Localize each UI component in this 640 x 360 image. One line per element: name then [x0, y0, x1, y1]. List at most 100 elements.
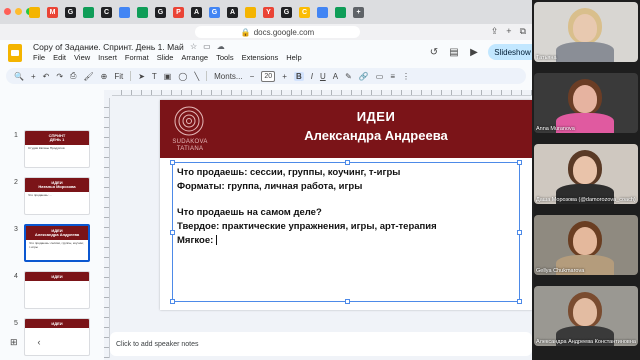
line-icon[interactable]: ╲ — [194, 72, 199, 81]
comments-icon[interactable]: ▤ — [448, 46, 460, 58]
slide-number: 3 — [14, 226, 18, 233]
browser-tab[interactable] — [332, 3, 349, 21]
zoom-icon[interactable]: ⊕ — [101, 72, 108, 81]
comment-icon[interactable]: ▭ — [376, 72, 384, 81]
resize-handle[interactable] — [345, 299, 350, 304]
menu-view[interactable]: View — [74, 53, 90, 62]
browser-tab[interactable] — [80, 3, 97, 21]
browser-tab[interactable]: C — [296, 3, 313, 21]
bold-button[interactable]: B — [293, 71, 304, 81]
slides-logo-icon[interactable] — [8, 44, 22, 62]
current-slide[interactable]: SUDAKOVA TATIANA ИДЕИ Александра Андреев… — [160, 100, 532, 310]
body-text-box[interactable]: Что продаешь: сессии, группы, коучинг, т… — [170, 160, 522, 304]
zoom-select[interactable]: Fit — [114, 72, 123, 81]
slide-thumbnail[interactable]: ИДЕИ — [24, 271, 90, 309]
text-color-icon[interactable]: A — [333, 72, 338, 81]
participant-tile[interactable]: Татьяна — [534, 2, 638, 62]
browser-tab[interactable]: P — [170, 3, 187, 21]
slide-thumbnail[interactable]: ИДЕИ Александра Андреева Что продаешь: сес… — [24, 224, 90, 262]
underline-icon[interactable]: U — [320, 72, 326, 81]
undo-icon[interactable]: ↶ — [43, 72, 50, 81]
slideshow-label: Slideshow — [494, 47, 531, 57]
browser-tab[interactable]: G — [206, 3, 223, 21]
cloud-saved-icon[interactable]: ☁ — [217, 42, 225, 51]
menu-insert[interactable]: Insert — [98, 53, 117, 62]
browser-tab[interactable] — [134, 3, 151, 21]
decrease-font-icon[interactable]: − — [250, 72, 255, 81]
tab-favicon-icon: Y — [263, 6, 274, 18]
browser-tab[interactable] — [26, 3, 43, 21]
shape-icon[interactable]: ◯ — [178, 72, 187, 81]
close-window-button[interactable] — [4, 8, 11, 15]
paint-format-icon[interactable]: 🖌 — [83, 72, 93, 81]
menu-edit[interactable]: Edit — [53, 53, 66, 62]
menu-format[interactable]: Format — [125, 53, 149, 62]
browser-tab[interactable]: A — [224, 3, 241, 21]
grid-view-icon[interactable]: ⊞ — [10, 337, 18, 348]
minimize-window-button[interactable] — [15, 8, 22, 15]
browser-tab[interactable] — [314, 3, 331, 21]
browser-tab[interactable] — [116, 3, 133, 21]
new-tab-icon[interactable]: + — [506, 26, 511, 37]
font-select[interactable]: Monts... — [214, 72, 242, 81]
menu-slide[interactable]: Slide — [157, 53, 174, 62]
share-icon[interactable]: ⇪ — [491, 26, 499, 37]
link-icon[interactable]: 🔗 — [359, 72, 369, 81]
tabs-overview-icon[interactable]: ⧉ — [520, 26, 526, 37]
redo-icon[interactable]: ↷ — [56, 72, 63, 81]
participant-tile[interactable]: Александра Андреева Константиновна — [534, 286, 638, 346]
menu-extensions[interactable]: Extensions — [242, 53, 279, 62]
slide-thumbnail[interactable]: СПРИНТ ДЕНЬ 1 Студия Катины Продуктов — [24, 130, 90, 168]
italic-icon[interactable]: I — [311, 72, 313, 81]
menu-arrange[interactable]: Arrange — [181, 53, 208, 62]
resize-handle[interactable] — [517, 230, 522, 235]
resize-handle[interactable] — [170, 299, 175, 304]
participant-tile[interactable]: Anna Muranova — [534, 73, 638, 133]
browser-tab[interactable]: + — [350, 3, 367, 21]
browser-tab[interactable]: Y — [260, 3, 277, 21]
print-icon[interactable]: ⎙ — [70, 71, 76, 81]
participant-tile[interactable]: Gellya Chukmarova — [534, 215, 638, 275]
speaker-notes[interactable]: Click to add speaker notes — [110, 332, 532, 356]
resize-handle[interactable] — [345, 160, 350, 165]
browser-tab[interactable] — [242, 3, 259, 21]
history-icon[interactable]: ↺ — [428, 46, 440, 58]
document-title[interactable]: Copy of Задание. Спринт. День 1. Май — [33, 42, 184, 52]
resize-handle[interactable] — [170, 160, 175, 165]
tab-favicon-icon: G — [281, 6, 292, 18]
slides-app: Copy of Задание. Спринт. День 1. Май ☆ ▭… — [0, 40, 544, 360]
move-folder-icon[interactable]: ▭ — [203, 42, 211, 51]
align-icon[interactable]: ≡ — [390, 72, 395, 81]
resize-handle[interactable] — [170, 230, 175, 235]
resize-handle[interactable] — [517, 299, 522, 304]
font-size-field[interactable]: 20 — [261, 70, 276, 82]
highlight-icon[interactable]: ✎ — [345, 72, 352, 81]
browser-tab[interactable]: M — [44, 3, 61, 21]
address-bar[interactable]: 🔒 docs.google.com — [195, 26, 360, 38]
resize-handle[interactable] — [517, 160, 522, 165]
new-slide-icon[interactable]: + — [31, 72, 36, 81]
browser-tab[interactable]: A — [188, 3, 205, 21]
text-box-icon[interactable]: T — [152, 72, 157, 81]
browser-tab[interactable]: C — [98, 3, 115, 21]
tab-favicon-icon — [29, 6, 40, 18]
star-icon[interactable]: ☆ — [190, 42, 197, 51]
participant-tile[interactable]: Даша Морозова (@damorozova_coach) — [534, 144, 638, 204]
menu-file[interactable]: File — [33, 53, 45, 62]
horizontal-ruler[interactable] — [112, 90, 532, 96]
browser-tab[interactable]: G — [278, 3, 295, 21]
image-icon[interactable]: ▣ — [164, 72, 172, 81]
menu-tools[interactable]: Tools — [216, 53, 234, 62]
menu-help[interactable]: Help — [286, 53, 301, 62]
increase-font-icon[interactable]: + — [282, 72, 287, 81]
collapse-panel-icon[interactable]: ‹ — [38, 337, 41, 348]
select-icon[interactable]: ➤ — [138, 72, 145, 81]
more-icon[interactable]: ⋮ — [402, 72, 410, 81]
vertical-ruler[interactable] — [104, 98, 110, 358]
browser-tab[interactable]: G — [62, 3, 79, 21]
slide-thumbnail[interactable]: ИДЕИ Наталья Морозова Что продаешь: ... — [24, 177, 90, 215]
browser-tab[interactable]: G — [152, 3, 169, 21]
meet-icon[interactable]: ▶ — [468, 46, 480, 58]
body-line-editing[interactable]: Мягкое: — [177, 235, 218, 246]
search-menus-icon[interactable]: 🔍 — [14, 72, 24, 81]
